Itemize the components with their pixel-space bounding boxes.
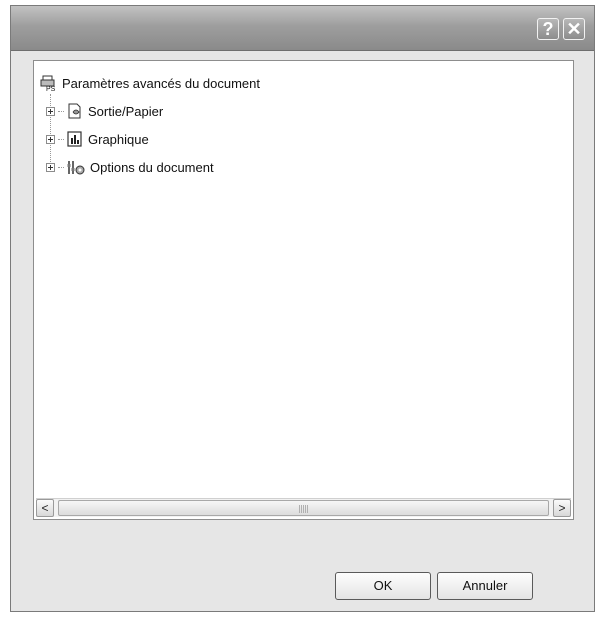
tree-connector bbox=[58, 138, 64, 140]
help-button[interactable]: ? bbox=[537, 18, 559, 40]
scroll-left-arrow-icon[interactable]: < bbox=[36, 499, 54, 517]
scroll-right-arrow-icon[interactable]: > bbox=[553, 499, 571, 517]
graphics-chart-icon bbox=[67, 131, 82, 147]
cancel-button[interactable]: Annuler bbox=[437, 572, 533, 600]
printer-ps-icon: PS bbox=[40, 75, 56, 92]
advanced-document-settings-dialog: ? ✕ PS Paramètres avancés du document So… bbox=[10, 5, 595, 612]
document-options-icon bbox=[67, 161, 85, 175]
tree-node-options-du-document[interactable]: Options du document bbox=[46, 157, 214, 177]
expand-plus-icon[interactable] bbox=[46, 134, 55, 144]
tree-node-sortie-papier[interactable]: Sortie/Papier bbox=[46, 101, 163, 121]
expand-plus-icon[interactable] bbox=[46, 162, 55, 172]
tree-node-label: Graphique bbox=[88, 131, 149, 147]
tree-connector bbox=[58, 166, 64, 168]
tree-node-graphique[interactable]: Graphique bbox=[46, 129, 149, 149]
scrollbar-thumb[interactable] bbox=[58, 500, 549, 516]
close-button[interactable]: ✕ bbox=[563, 18, 585, 40]
tree-node-label: Paramètres avancés du document bbox=[62, 75, 260, 91]
expand-plus-icon[interactable] bbox=[46, 106, 55, 116]
grip-icon bbox=[298, 505, 309, 513]
tree-node-label: Sortie/Papier bbox=[88, 103, 164, 119]
settings-tree-view: PS Paramètres avancés du document Sortie… bbox=[33, 60, 574, 520]
title-bar: ? ✕ bbox=[11, 6, 594, 51]
svg-text:PS: PS bbox=[46, 86, 56, 92]
tree-node-label: Options du document bbox=[90, 159, 214, 175]
paper-output-icon bbox=[68, 103, 81, 119]
ok-button[interactable]: OK bbox=[335, 572, 431, 600]
tree-connector bbox=[58, 110, 64, 112]
tree-node-root[interactable]: PS Paramètres avancés du document bbox=[40, 73, 260, 93]
horizontal-scrollbar[interactable]: < > bbox=[36, 498, 571, 517]
